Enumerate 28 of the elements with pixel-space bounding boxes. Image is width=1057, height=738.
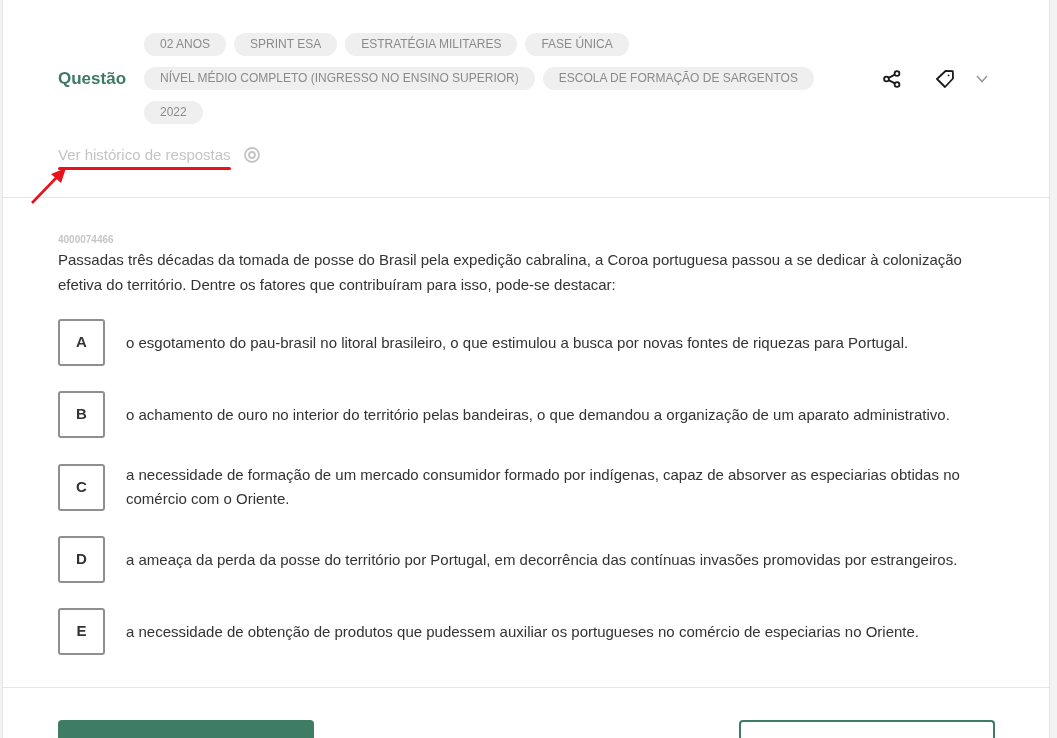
expand-button[interactable]	[976, 74, 988, 83]
question-id: 4000074466	[58, 234, 115, 246]
tag-chip: 02 ANOS	[144, 33, 227, 56]
option-letter-button[interactable]: D	[58, 536, 105, 583]
tag-chip: NÍVEL MÉDIO COMPLETO (INGRESSO NO ENSINO SUPERIOR)	[144, 67, 535, 90]
option-text: o esgotamento do pau-brasil no litoral brasileiro, o que estimulou a busca por novas fontes de riquezas para Portugal.	[126, 332, 909, 353]
option-text: a necessidade de obtenção de produtos que pudessem auxiliar os portugueses no comércio de especiarias no Oriente.	[126, 621, 919, 642]
option-letter-button[interactable]: C	[58, 463, 105, 511]
question-title: Questão	[58, 67, 128, 90]
option-text: a necessidade de formação de um mercado consumidor formado por indígenas, capaz de absorver as especiarias obtidas no comércio com o Oriente.	[126, 465, 961, 509]
option-letter-button[interactable]: E	[58, 608, 105, 655]
share-button[interactable]	[883, 69, 901, 88]
option-text: o achamento de ouro no interior do território pelas bandeiras, o que demandou a organização de um aparato administrativo.	[126, 404, 950, 425]
tag-chip: 2022	[144, 101, 203, 124]
tag-chip: ESTRATÉGIA MILITARES	[345, 33, 518, 56]
share-icon	[883, 69, 901, 88]
annotation-arrow	[30, 167, 68, 205]
question-text: Passadas três décadas da tomada de posse do Brasil pela expedição cabralina, a Coroa portuguesa passou a se dedicar à colonização efetiva do território. Dentre os fatores que contribuíram para isso, pode-se destacar:	[58, 250, 963, 295]
option-letter-button[interactable]: B	[58, 391, 105, 438]
secondary-button[interactable]	[739, 720, 995, 738]
tag-icon	[936, 69, 954, 88]
tag-chip: FASE ÚNICA	[525, 33, 629, 56]
tag-chip: ESCOLA DE FORMAÇÃO DE SARGENTOS	[542, 67, 814, 90]
option-text: a ameaça da perda da posse do território por Portugal, em decorrência das contínuas invasões promovidas por estrangeiros.	[126, 549, 958, 570]
tag-button[interactable]	[936, 69, 954, 88]
option-letter-button[interactable]: A	[58, 319, 105, 366]
chevron-down-icon	[976, 74, 988, 83]
tag-chip: SPRINT ESA	[234, 33, 338, 56]
